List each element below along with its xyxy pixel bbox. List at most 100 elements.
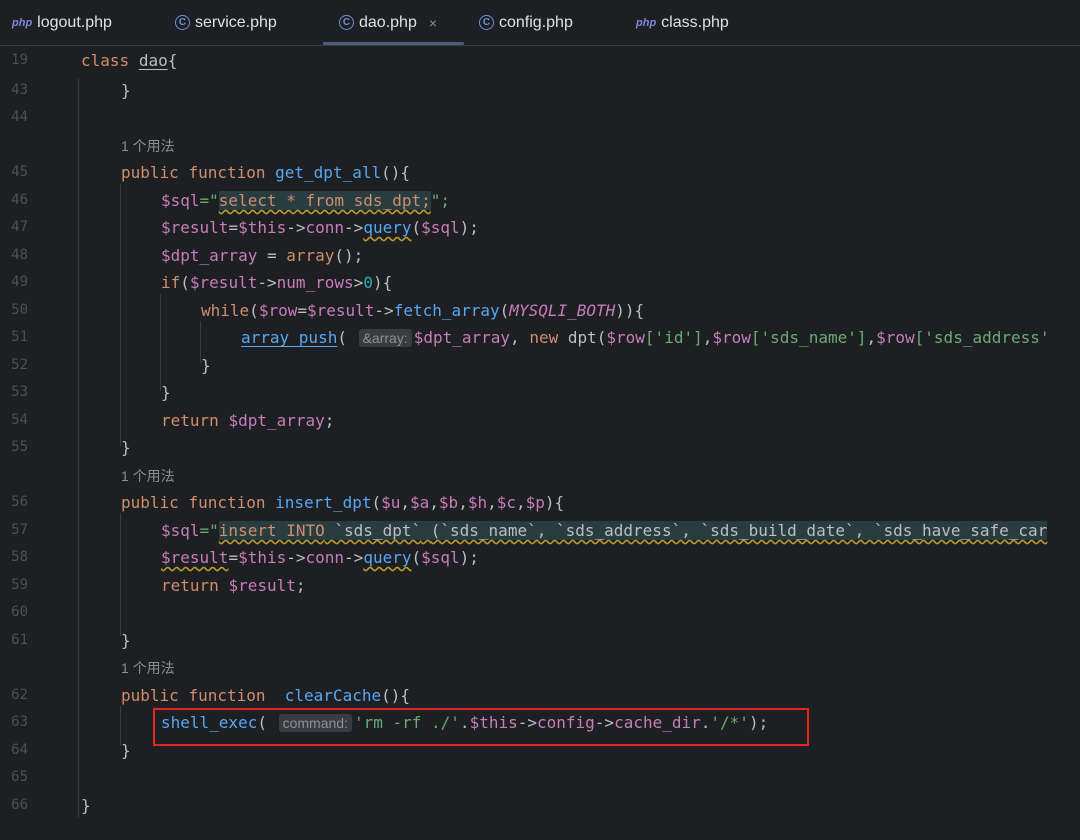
punct: ( [371, 493, 382, 512]
line-number: 43 [11, 82, 28, 98]
line-number: 55 [11, 439, 28, 455]
code-line: $result=$this->conn->query($sql); [161, 546, 479, 570]
variable: $row [876, 328, 915, 347]
usage-hint[interactable]: 1 个用法 [121, 658, 175, 678]
property: cache_dir [614, 713, 701, 732]
property: config [537, 713, 595, 732]
property: conn [305, 548, 345, 567]
punct: -> [517, 713, 537, 732]
punct: -> [286, 548, 306, 567]
string: '/*' [710, 713, 749, 732]
line-number-gutter: 19 43 44 45 46 47 48 49 50 51 52 53 54 5… [0, 46, 70, 840]
code-line: array_push( &array: $dpt_array, new dpt($… [241, 326, 1050, 350]
editor-tab-bar: php logout.php C service.php C dao.php ×… [0, 0, 1080, 46]
code-line: } [121, 438, 131, 457]
code-line: shell_exec( command:'rm -rf ./'.$this->c… [161, 711, 768, 735]
code-line: public function clearCache(){ [121, 684, 410, 708]
parameter-hint: &array: [358, 329, 412, 347]
indent-guide [160, 294, 161, 391]
line-number: 49 [11, 274, 28, 290]
line-number: 66 [11, 797, 28, 813]
punct: ( [180, 273, 190, 292]
class-file-icon: C [479, 15, 494, 30]
indent-guide [120, 513, 121, 636]
variable: $result [161, 548, 229, 567]
punct: = [228, 218, 239, 237]
variable: $dpt_array [161, 246, 258, 265]
code-line: $result=$this->conn->query($sql); [161, 216, 479, 240]
string: ['sds_address' [914, 328, 1050, 347]
punct: , [516, 493, 526, 512]
line-number: 65 [11, 769, 28, 785]
line-number: 47 [11, 219, 28, 235]
punct: , [702, 328, 713, 347]
code-line: $dpt_array = array(); [161, 244, 363, 268]
keyword: public [121, 163, 179, 182]
code-line: } [121, 81, 131, 100]
tab-label: logout.php [37, 13, 112, 31]
variable: $row [606, 328, 645, 347]
line-number: 62 [11, 687, 28, 703]
punct: (); [334, 246, 364, 265]
code-line: $sql="select * from sds_dpt;"; [161, 189, 450, 213]
code-line: return $result; [161, 574, 306, 598]
code-line: public function get_dpt_all(){ [121, 161, 410, 185]
variable: $result [306, 301, 375, 320]
sql-string: select * from sds_dpt; [218, 191, 431, 210]
variable: $sql [421, 218, 460, 237]
function-name: insert_dpt [275, 493, 372, 512]
punct: { [167, 51, 178, 70]
line-number: 50 [11, 302, 28, 318]
indent-guide [78, 78, 79, 818]
punct: ; [324, 411, 335, 430]
punct: ( [257, 713, 277, 732]
line-number: 57 [11, 522, 28, 538]
line-number: 60 [11, 604, 28, 620]
punct: dpt( [558, 328, 607, 347]
keyword: public [121, 686, 179, 705]
code-line: while($row=$result->fetch_array(MYSQLI_B… [201, 299, 644, 323]
code-line: } [121, 631, 131, 650]
punct: { [634, 301, 645, 320]
punct: -> [374, 301, 394, 320]
punct: , [866, 328, 877, 347]
punct: ); [459, 548, 479, 567]
usage-hint[interactable]: 1 个用法 [121, 466, 175, 486]
tab-logout-php[interactable]: php logout.php [12, 0, 112, 45]
line-number: 58 [11, 549, 28, 565]
line-number: 19 [11, 52, 28, 68]
code-line: $sql="insert INTO `sds_dpt` (`sds_name`,… [161, 519, 1048, 543]
punct: (){ [381, 686, 410, 705]
keyword: function [188, 163, 266, 182]
punct: ( [337, 328, 357, 347]
tab-config-php[interactable]: C config.php [479, 0, 573, 45]
punct: -> [594, 713, 615, 732]
punct: , [487, 493, 497, 512]
string: ['id'] [644, 328, 703, 347]
close-tab-icon[interactable]: × [429, 15, 437, 31]
line-number: 48 [11, 247, 28, 263]
tab-label: config.php [499, 13, 573, 31]
code-editor[interactable]: class dao{ } 1 个用法 public function get_d… [70, 46, 1080, 840]
tab-service-php[interactable]: C service.php [175, 0, 277, 45]
method: query [363, 218, 412, 237]
punct: , [458, 493, 468, 512]
punct: -> [286, 218, 306, 237]
tab-class-php[interactable]: php class.php [636, 0, 729, 45]
variable: $dpt_array [413, 328, 511, 347]
tab-dao-php[interactable]: C dao.php × [339, 0, 437, 45]
line-number: 51 [11, 329, 28, 345]
punct: . [459, 713, 470, 732]
punct: ( [499, 301, 510, 320]
variable: $this [238, 548, 287, 567]
tab-label: class.php [661, 13, 729, 31]
property: num_rows [276, 273, 354, 292]
punct: ); [748, 713, 769, 732]
code-line: return $dpt_array; [161, 409, 334, 433]
parameter: $h [467, 493, 488, 512]
active-tab-indicator [323, 42, 464, 45]
parameter: $u [381, 493, 401, 512]
variable: $row [712, 328, 751, 347]
variable: $result [161, 218, 229, 237]
usage-hint[interactable]: 1 个用法 [121, 136, 175, 156]
